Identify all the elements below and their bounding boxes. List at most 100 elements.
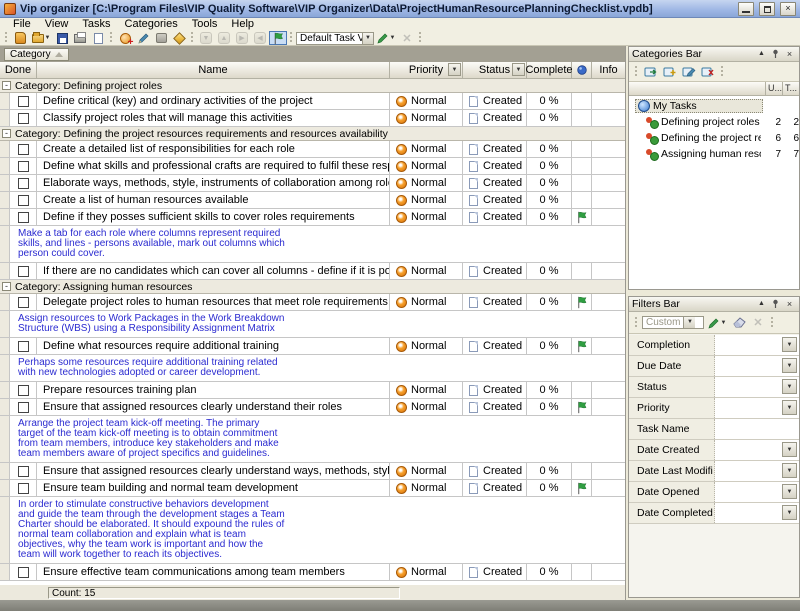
total-column-header[interactable]: T... [782,82,799,95]
menu-item-categories[interactable]: Categories [118,18,185,31]
category-tree-item[interactable]: Assigning human resources77 [629,146,799,162]
uncompleted-column-header[interactable]: U... [765,82,782,95]
task-row[interactable]: If there are no candidates which can cov… [0,263,625,280]
filter-dropdown-button[interactable]: ▼ [782,484,797,499]
task-checkbox[interactable] [18,402,29,413]
apply-filter-button[interactable]: ▼ [705,316,729,330]
new-subcategory-button[interactable] [661,65,679,79]
toolbar-grip[interactable] [190,32,195,44]
task-checkbox[interactable] [18,195,29,206]
toolbar-grip[interactable] [770,317,775,329]
delete-task-button[interactable] [152,31,170,45]
restore-button[interactable] [759,2,775,16]
task-row[interactable]: Ensure that assigned resources clearly u… [0,463,625,480]
group-by-category-button[interactable]: Category [4,48,69,61]
task-note-row[interactable]: Arrange the project team kick-off meetin… [0,416,625,463]
filter-value-field[interactable] [715,461,782,481]
filter-dropdown-button[interactable]: ▼ [782,442,797,457]
filter-value-field[interactable] [715,356,782,376]
toolbar-grip[interactable] [289,32,294,44]
task-note-row[interactable]: Assign resources to Work Packages in the… [0,311,625,338]
task-checkbox[interactable] [18,385,29,396]
outdent-button[interactable]: ◀ [251,31,269,45]
task-checkbox[interactable] [18,161,29,172]
task-checkbox[interactable] [18,567,29,578]
print-preview-button[interactable] [89,31,107,45]
menu-item-tools[interactable]: Tools [185,18,225,31]
delete-category-button[interactable] [699,65,717,79]
task-note-row[interactable]: In order to stimulate constructive behav… [0,497,625,564]
pin-panel-button[interactable] [769,299,782,310]
print-button[interactable] [71,31,89,45]
menu-item-tasks[interactable]: Tasks [75,18,117,31]
task-row[interactable]: Ensure that assigned resources clearly u… [0,399,625,416]
minimize-button[interactable] [738,2,754,16]
task-row[interactable]: Elaborate ways, methods, style, instrume… [0,175,625,192]
filter-dropdown-button[interactable]: ▼ [782,505,797,520]
filter-value-field[interactable] [715,419,799,439]
column-header-done[interactable]: Done [0,62,37,78]
task-note-row[interactable]: Make a tab for each role where columns r… [0,226,625,263]
group-row[interactable]: -Category: Defining the project resource… [0,127,625,141]
toolbar-grip[interactable] [634,317,639,329]
task-checkbox[interactable] [18,466,29,477]
edit-category-button[interactable] [680,65,698,79]
customize-view-button[interactable]: ▼ [374,31,398,45]
clear-view-button[interactable]: ✕ [398,31,416,45]
group-row[interactable]: -Category: Assigning human resources [0,280,625,294]
edit-task-button[interactable] [134,31,152,45]
toolbar-grip[interactable] [418,32,423,44]
filter-value-field[interactable] [715,377,782,397]
move-down-button[interactable]: ▼ [197,31,215,45]
column-header-flag[interactable] [572,62,592,78]
menu-item-view[interactable]: View [38,18,76,31]
category-tree-item[interactable]: Defining the project resources requir66 [629,130,799,146]
task-row[interactable]: Define critical (key) and ordinary activ… [0,93,625,110]
category-tree-item[interactable]: Defining project roles22 [629,114,799,130]
column-header-status[interactable]: Status▼ [463,62,527,78]
close-panel-button[interactable]: × [783,299,796,310]
add-task-button[interactable] [116,31,134,45]
task-row[interactable]: Define what skills and professional craf… [0,158,625,175]
toolbar-grip[interactable] [109,32,114,44]
task-checkbox[interactable] [18,96,29,107]
group-row[interactable]: -Category: Defining project roles [0,79,625,93]
task-checkbox[interactable] [18,144,29,155]
column-header-complete[interactable]: Complete [527,62,572,78]
menu-item-help[interactable]: Help [224,18,261,31]
pin-panel-button[interactable] [769,49,782,60]
priority-filter-dropdown[interactable]: ▼ [448,63,461,76]
clear-filter-button[interactable] [730,316,748,330]
menu-item-file[interactable]: File [6,18,38,31]
collapse-panel-button[interactable]: ▲ [755,49,768,60]
column-header-info[interactable]: Info [592,62,625,78]
filter-value-field[interactable] [715,503,782,523]
task-checkbox[interactable] [18,341,29,352]
task-row[interactable]: Create a list of human resources availab… [0,192,625,209]
task-row[interactable]: Ensure effective team communications amo… [0,564,625,581]
save-button[interactable] [53,31,71,45]
collapse-icon[interactable]: - [2,129,11,138]
task-checkbox[interactable] [18,212,29,223]
task-note-row[interactable]: Perhaps some resources require additiona… [0,355,625,382]
close-button[interactable]: × [780,2,796,16]
task-view-combo[interactable]: Default Task V ▼ [296,32,374,45]
task-row[interactable]: Create a detailed list of responsibiliti… [0,141,625,158]
task-row[interactable]: Prepare resources training planNormalCre… [0,382,625,399]
task-checkbox[interactable] [18,178,29,189]
open-database-button[interactable]: ▼ [29,31,53,45]
task-checkbox[interactable] [18,483,29,494]
filter-preset-combo[interactable]: Custom ▼ [642,316,704,329]
status-filter-dropdown[interactable]: ▼ [512,63,525,76]
column-header-name[interactable]: Name [37,62,390,78]
task-row[interactable]: Ensure team building and normal team dev… [0,480,625,497]
new-database-button[interactable] [11,31,29,45]
collapse-icon[interactable]: - [2,81,11,90]
task-checkbox[interactable] [18,297,29,308]
filter-dropdown-button[interactable]: ▼ [782,358,797,373]
category-tree-item[interactable]: My Tasks [629,98,799,114]
filter-value-field[interactable] [715,482,782,502]
new-category-button[interactable] [642,65,660,79]
complete-task-button[interactable] [170,31,188,45]
task-row[interactable]: Define if they posses sufficient skills … [0,209,625,226]
